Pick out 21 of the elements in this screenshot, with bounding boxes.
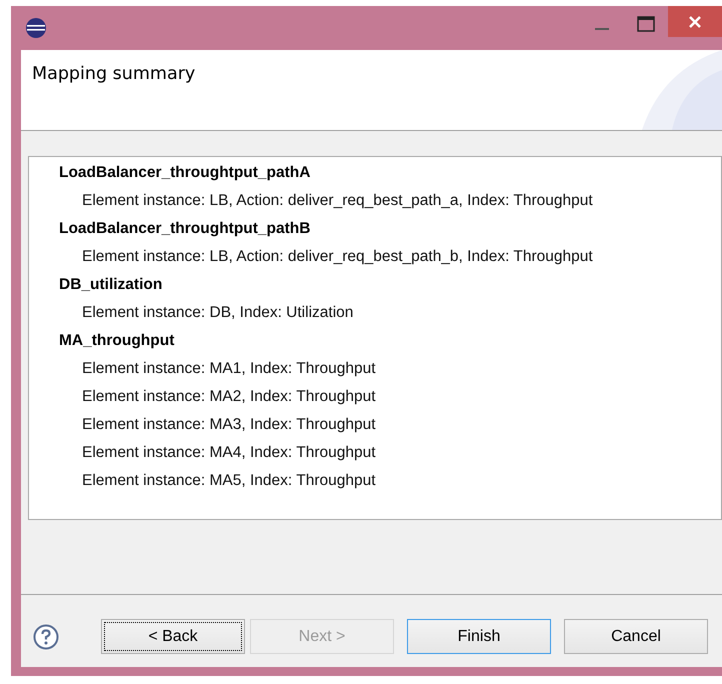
tree-item[interactable]: Element instance: MA1, Index: Throughput	[59, 355, 721, 383]
dialog-button[interactable]: Cancel	[564, 619, 708, 654]
tree-group-label[interactable]: MA_throughput	[59, 327, 721, 355]
dialog-button[interactable]: Finish	[407, 619, 551, 654]
tree-item[interactable]: Element instance: MA2, Index: Throughput	[59, 383, 721, 411]
dialog-button[interactable]: < Back	[101, 619, 245, 654]
close-icon	[688, 14, 702, 28]
maximize-icon[interactable]	[637, 16, 655, 32]
tree-group-label[interactable]: LoadBalancer_throughtput_pathB	[59, 215, 721, 243]
page-title: Mapping summary	[32, 64, 196, 84]
tree-item[interactable]: Element instance: LB, Action: deliver_req_best_path_b, Index: Throughput	[59, 243, 721, 271]
close-button[interactable]	[668, 6, 722, 37]
tree-group-label[interactable]: LoadBalancer_throughtput_pathA	[59, 159, 721, 187]
tree-item[interactable]: Element instance: MA5, Index: Throughput	[59, 467, 721, 495]
tree-item[interactable]: Element instance: LB, Action: deliver_req_best_path_a, Index: Throughput	[59, 187, 721, 215]
tree-item[interactable]: Element instance: MA4, Index: Throughput	[59, 439, 721, 467]
tree-item[interactable]: Element instance: DB, Index: Utilization	[59, 299, 721, 327]
help-icon[interactable]	[33, 624, 59, 650]
app-logo-icon	[25, 17, 47, 39]
tree-item[interactable]: Element instance: MA3, Index: Throughput	[59, 411, 721, 439]
tree-group-label[interactable]: DB_utilization	[59, 271, 721, 299]
